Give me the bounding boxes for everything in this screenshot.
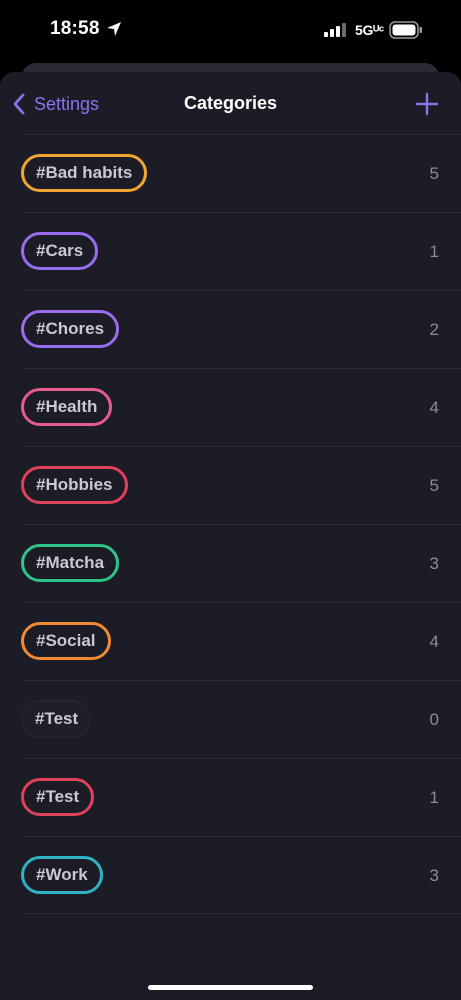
signal-strength-icon — [324, 23, 346, 37]
category-count: 3 — [429, 554, 439, 573]
category-count: 2 — [429, 320, 439, 339]
navigation-bar: Settings Categories — [0, 72, 461, 134]
row-divider — [22, 446, 461, 447]
row-divider — [22, 836, 461, 837]
row-divider — [22, 212, 461, 213]
category-row[interactable]: #Chores 2 — [0, 290, 461, 368]
categories-sheet: Settings Categories #Bad habits 5 #Cars 1 #C… — [0, 72, 461, 1000]
category-list: #Bad habits 5 #Cars 1 #Chores 2 #Health 4 #Hobbi… — [0, 134, 461, 914]
network-label: 5Gᵁᶜ — [355, 22, 384, 38]
category-row[interactable]: #Health 4 — [0, 368, 461, 446]
category-tag: #Test — [21, 778, 95, 816]
row-divider — [22, 290, 461, 291]
category-row[interactable]: #Bad habits 5 — [0, 134, 461, 212]
category-tag: #Cars — [21, 232, 99, 270]
category-tag: #Work — [21, 856, 103, 894]
row-divider — [22, 913, 461, 914]
row-divider — [22, 602, 461, 603]
category-tag: #Matcha — [21, 544, 120, 582]
status-time: 18:58 — [50, 18, 100, 39]
page-title: Categories — [183, 93, 278, 113]
category-tag: #Social — [21, 622, 111, 660]
category-tag: #Chores — [21, 310, 120, 348]
category-row[interactable]: #Matcha 3 — [0, 524, 461, 602]
category-count: 0 — [429, 710, 439, 729]
row-divider — [22, 368, 461, 369]
status-bar: 18:58 5Gᵁᶜ — [0, 0, 461, 62]
home-indicator — [148, 985, 313, 990]
row-divider — [22, 680, 461, 681]
category-row[interactable]: #Work 3 — [0, 836, 461, 914]
category-row[interactable]: #Cars 1 — [0, 212, 461, 290]
category-count: 3 — [429, 866, 439, 885]
category-count: 5 — [429, 476, 439, 495]
plus-icon[interactable] — [415, 92, 439, 116]
category-count: 1 — [429, 788, 439, 807]
category-count: 4 — [429, 632, 439, 651]
category-row[interactable]: #Social 4 — [0, 602, 461, 680]
row-divider — [22, 134, 461, 135]
category-count: 1 — [429, 242, 439, 261]
location-arrow-icon — [107, 22, 121, 36]
category-count: 5 — [429, 164, 439, 183]
category-row[interactable]: #Hobbies 5 — [0, 446, 461, 524]
screen: 18:58 5Gᵁᶜ Settings Categories #Bad habi… — [0, 0, 461, 1000]
category-tag: #Health — [21, 388, 113, 426]
category-row[interactable]: #Test 0 — [0, 680, 461, 758]
category-count: 4 — [429, 398, 439, 417]
category-row[interactable]: #Test 1 — [0, 758, 461, 836]
battery-icon — [389, 21, 422, 39]
row-divider — [22, 524, 461, 525]
category-tag: #Test — [21, 700, 92, 738]
category-tag: #Bad habits — [21, 154, 148, 192]
row-divider — [22, 758, 461, 759]
category-tag: #Hobbies — [21, 466, 128, 504]
